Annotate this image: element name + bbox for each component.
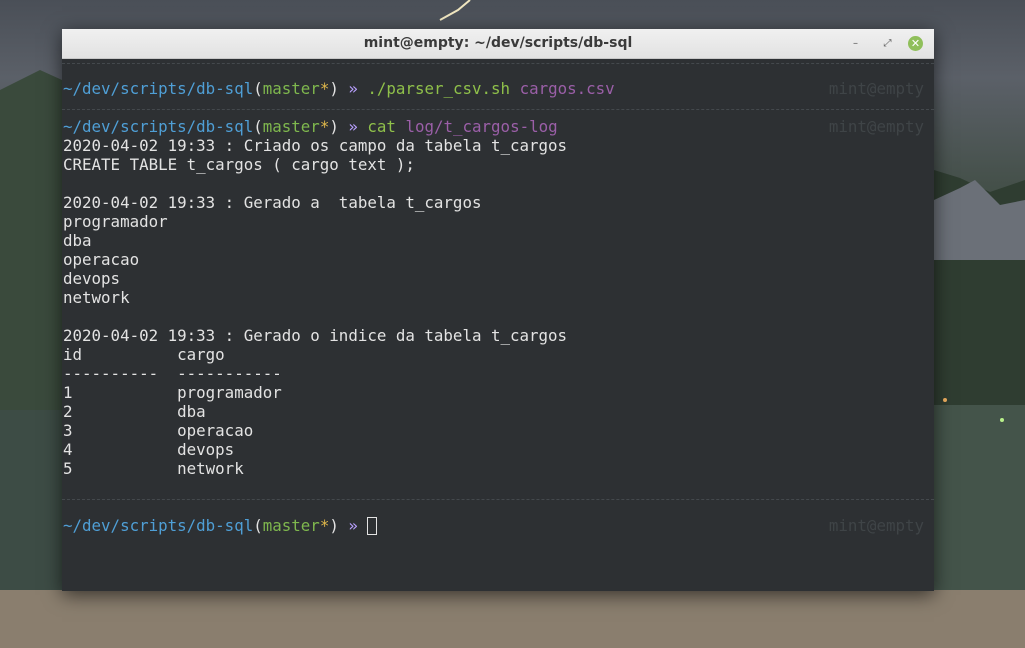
command: ./parser_csv.sh: [367, 79, 511, 98]
output-line: 3 operacao: [63, 421, 254, 440]
output-line: 2020-04-02 19:33 : Gerado a tabela t_car…: [63, 193, 482, 212]
prompt-line: ~/dev/scripts/db-sql(master*) » cat log/…: [63, 117, 558, 136]
git-dirty-marker: *: [319, 79, 330, 98]
prompt-arrow: »: [348, 516, 358, 535]
command-args: cargos.csv: [519, 79, 615, 98]
prompt-separator: [62, 109, 934, 110]
prompt-paren-close: ): [329, 516, 339, 535]
output-line: programador: [63, 212, 168, 231]
prompt-arrow: »: [348, 117, 358, 136]
git-branch: master: [262, 117, 320, 136]
terminal-window: mint@empty: ~/dev/scripts/db-sql – ⤢ ✕ ~…: [62, 29, 934, 591]
output-line: devops: [63, 269, 121, 288]
prompt-path: ~/dev/scripts/db-sql: [63, 117, 254, 136]
output-line: 2020-04-02 19:33 : Gerado o indice da ta…: [63, 326, 568, 345]
git-dirty-marker: *: [319, 117, 330, 136]
prompt-path: ~/dev/scripts/db-sql: [63, 79, 254, 98]
prompt-line: ~/dev/scripts/db-sql(master*) »: [63, 516, 378, 535]
prompt-paren-open: (: [253, 79, 263, 98]
output-line: dba: [63, 231, 92, 250]
output-line: ---------- -----------: [63, 364, 282, 383]
prompt-paren-open: (: [253, 516, 263, 535]
prompt-path: ~/dev/scripts/db-sql: [63, 516, 254, 535]
command: cat: [367, 117, 396, 136]
prompt-line: ~/dev/scripts/db-sql(master*) » ./parser…: [63, 79, 615, 98]
title-bar[interactable]: mint@empty: ~/dev/scripts/db-sql – ⤢ ✕: [62, 29, 934, 59]
output-line: 2020-04-02 19:33 : Criado os campo da ta…: [63, 136, 568, 155]
git-branch: master: [262, 79, 320, 98]
prompt-paren-close: ): [329, 117, 339, 136]
output-line: network: [63, 288, 130, 307]
text-cursor[interactable]: [367, 517, 378, 535]
prompt-paren-close: ): [329, 79, 339, 98]
prompt-separator: [62, 63, 934, 64]
output-line: id cargo: [63, 345, 225, 364]
git-branch: master: [262, 516, 320, 535]
close-icon[interactable]: ✕: [908, 36, 923, 51]
command-args: log/t_cargos-log: [405, 117, 558, 136]
prompt-arrow: »: [348, 79, 358, 98]
output-line: 1 programador: [63, 383, 282, 402]
git-dirty-marker: *: [319, 516, 330, 535]
output-line: operacao: [63, 250, 140, 269]
prompt-separator: [62, 499, 934, 500]
prompt-host: mint@empty: [828, 79, 924, 98]
output-line: 5 network: [63, 459, 244, 478]
prompt-host: mint@empty: [828, 117, 924, 136]
minimize-icon[interactable]: –: [848, 36, 863, 51]
output-line: 4 devops: [63, 440, 235, 459]
window-title: mint@empty: ~/dev/scripts/db-sql: [363, 35, 633, 51]
terminal-content[interactable]: ~/dev/scripts/db-sql(master*) » ./parser…: [62, 59, 934, 591]
output-line: CREATE TABLE t_cargos ( cargo text );: [63, 155, 415, 174]
output-line: 2 dba: [63, 402, 206, 421]
maximize-icon[interactable]: ⤢: [880, 36, 895, 51]
prompt-paren-open: (: [253, 117, 263, 136]
prompt-host: mint@empty: [828, 516, 924, 535]
